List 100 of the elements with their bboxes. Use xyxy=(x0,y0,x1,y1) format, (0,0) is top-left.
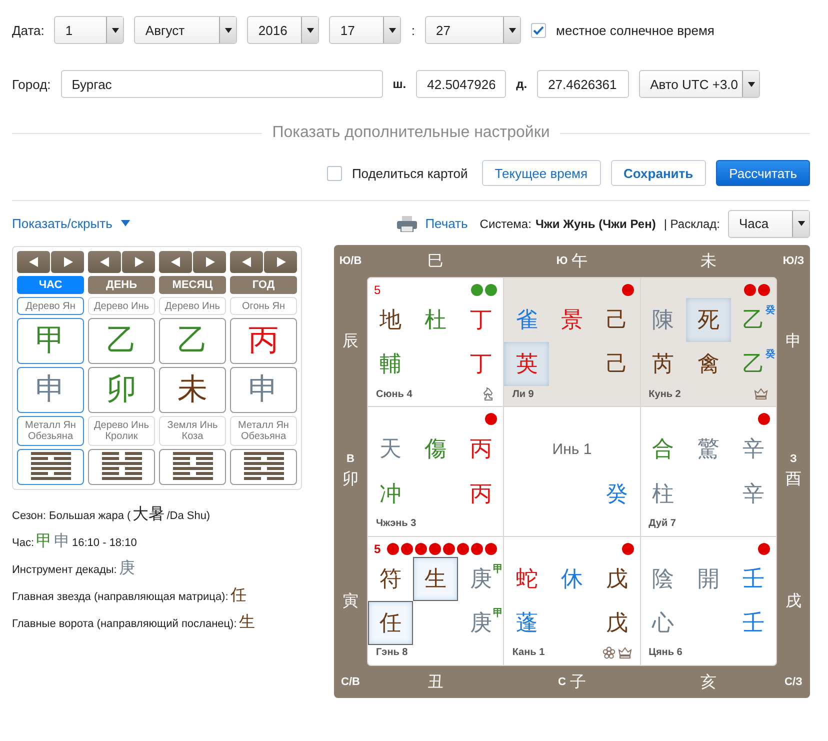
glyph: 合 xyxy=(652,436,674,464)
pillar-tab[interactable]: ДЕНЬ xyxy=(88,276,155,294)
month-select[interactable]: Август xyxy=(134,16,238,44)
branch-element-label: Дерево Инь Кролик xyxy=(88,416,155,446)
next-button[interactable] xyxy=(122,251,155,273)
glyph: 地 xyxy=(380,307,402,336)
previous-button[interactable] xyxy=(88,251,121,273)
palace-name: Гэнь 8 xyxy=(376,647,408,658)
previous-button[interactable] xyxy=(17,251,50,273)
branch-label: 丑 xyxy=(427,672,444,692)
pillar-tab[interactable]: ЧАС xyxy=(17,276,84,294)
right-triangle-icon xyxy=(62,257,72,267)
glyph: 丙 xyxy=(470,480,492,509)
next-button[interactable] xyxy=(264,251,297,273)
glyph: 戊 xyxy=(606,610,628,638)
day-select[interactable]: 1 xyxy=(54,16,124,44)
glyph: 壬 xyxy=(742,566,764,594)
info-glyph: 生 xyxy=(238,612,255,633)
share-label: Поделиться картой xyxy=(352,166,468,180)
right-triangle-icon xyxy=(134,257,144,267)
stem-cell: 乙 xyxy=(88,318,155,364)
info-text: Инструмент декады: xyxy=(12,564,117,576)
branch-label: 酉 xyxy=(786,470,802,490)
palace-name: Ли 9 xyxy=(512,388,534,400)
palace-number: 5 xyxy=(374,283,381,297)
palace-name: Дуй 7 xyxy=(648,518,676,530)
solar-time-checkbox[interactable] xyxy=(531,22,546,38)
left-triangle-icon xyxy=(100,257,110,267)
glyph: 辛 xyxy=(742,480,764,509)
previous-button[interactable] xyxy=(159,251,192,273)
palace-name: Кунь 2 xyxy=(648,388,681,400)
caret-icon xyxy=(224,28,233,32)
current-time-button[interactable]: Текущее время xyxy=(482,160,601,186)
glyph: 任 xyxy=(380,610,402,638)
glyph: 陳 xyxy=(652,307,674,336)
next-button[interactable] xyxy=(51,251,84,273)
palace-number: 5 xyxy=(374,542,381,556)
latitude-label: ш. xyxy=(392,77,406,91)
minute-select[interactable]: 27 xyxy=(425,16,522,44)
glyph: 冲 xyxy=(380,480,402,509)
latitude-input[interactable]: 42.5047926 xyxy=(416,70,506,98)
stem-cell: 乙 xyxy=(159,318,226,364)
glyph: 癸 xyxy=(606,480,628,509)
branch-element-label: Металл Ян Обезьяна xyxy=(230,416,297,446)
layout-select[interactable]: Часа xyxy=(728,210,810,238)
calculate-button[interactable]: Рассчитать xyxy=(716,160,810,186)
pillar-tab[interactable]: МЕСЯЦ xyxy=(159,276,226,294)
city-input[interactable]: Бургас xyxy=(60,70,383,98)
glyph: 丙 xyxy=(470,436,492,464)
save-button[interactable]: Сохранить xyxy=(610,160,706,186)
info-glyph: 申 xyxy=(54,532,70,552)
direction-label: С xyxy=(558,676,566,688)
branch-label: 亥 xyxy=(700,672,717,692)
element-label: Огонь Ян xyxy=(230,297,297,315)
glyph: 杜 xyxy=(424,307,447,336)
glyph: 丁 xyxy=(470,307,492,336)
hexagram-drawing xyxy=(102,452,142,482)
glyph: 符 xyxy=(380,566,402,594)
year-select[interactable]: 2016 xyxy=(247,16,320,44)
printer-icon[interactable] xyxy=(397,216,418,232)
left-triangle-icon xyxy=(242,257,252,267)
stem-cell: 甲 xyxy=(17,318,84,364)
glyph: 景 xyxy=(560,307,583,336)
pillar-tab[interactable]: ГОД xyxy=(230,276,297,294)
city-label: Город: xyxy=(12,76,51,92)
glyph: 辛 xyxy=(742,436,764,464)
share-checkbox[interactable] xyxy=(326,166,342,180)
element-label: Дерево Инь xyxy=(88,297,155,315)
caret-icon xyxy=(746,82,756,86)
glyph: 芮 xyxy=(652,351,674,380)
info-text: Главные ворота (направляющий посланец): xyxy=(12,618,237,630)
right-triangle-icon xyxy=(276,257,286,267)
print-link[interactable]: Печать xyxy=(425,216,468,231)
previous-button[interactable] xyxy=(230,251,263,273)
show-hide-link[interactable]: Показать/скрыть xyxy=(12,216,112,231)
hour-select[interactable]: 17 xyxy=(329,16,402,44)
palace-name: Чжэнь 3 xyxy=(376,518,416,530)
caret-icon xyxy=(306,28,315,32)
system-label: Система: xyxy=(480,216,532,230)
hexagram-drawing xyxy=(172,452,212,482)
element-label: Дерево Инь xyxy=(159,297,226,315)
corner-label: Ю/В xyxy=(338,254,363,269)
glyph: 柱 xyxy=(652,480,674,509)
branch-cell: 申 xyxy=(230,367,297,413)
branch-label: 申 xyxy=(786,332,802,352)
direction-label: В xyxy=(346,452,354,465)
time-separator: : xyxy=(411,22,416,38)
direction-label: Ю xyxy=(556,255,568,267)
branch-label: 戌 xyxy=(786,592,802,612)
palace-title: Инь 1 xyxy=(551,440,593,458)
glyph: 壬 xyxy=(742,610,764,638)
info-glyph: 大暑 xyxy=(132,504,165,525)
timezone-select[interactable]: Авто UTC +3.0 xyxy=(639,70,760,98)
longitude-input[interactable]: 27.4626361 xyxy=(537,70,630,98)
corner-label: С/В xyxy=(340,675,361,690)
next-button[interactable] xyxy=(193,251,226,273)
branch-label: 午 xyxy=(572,252,588,272)
branch-label: 寅 xyxy=(342,592,358,612)
glyph: 天 xyxy=(380,436,402,464)
glyph: 心 xyxy=(652,610,674,638)
